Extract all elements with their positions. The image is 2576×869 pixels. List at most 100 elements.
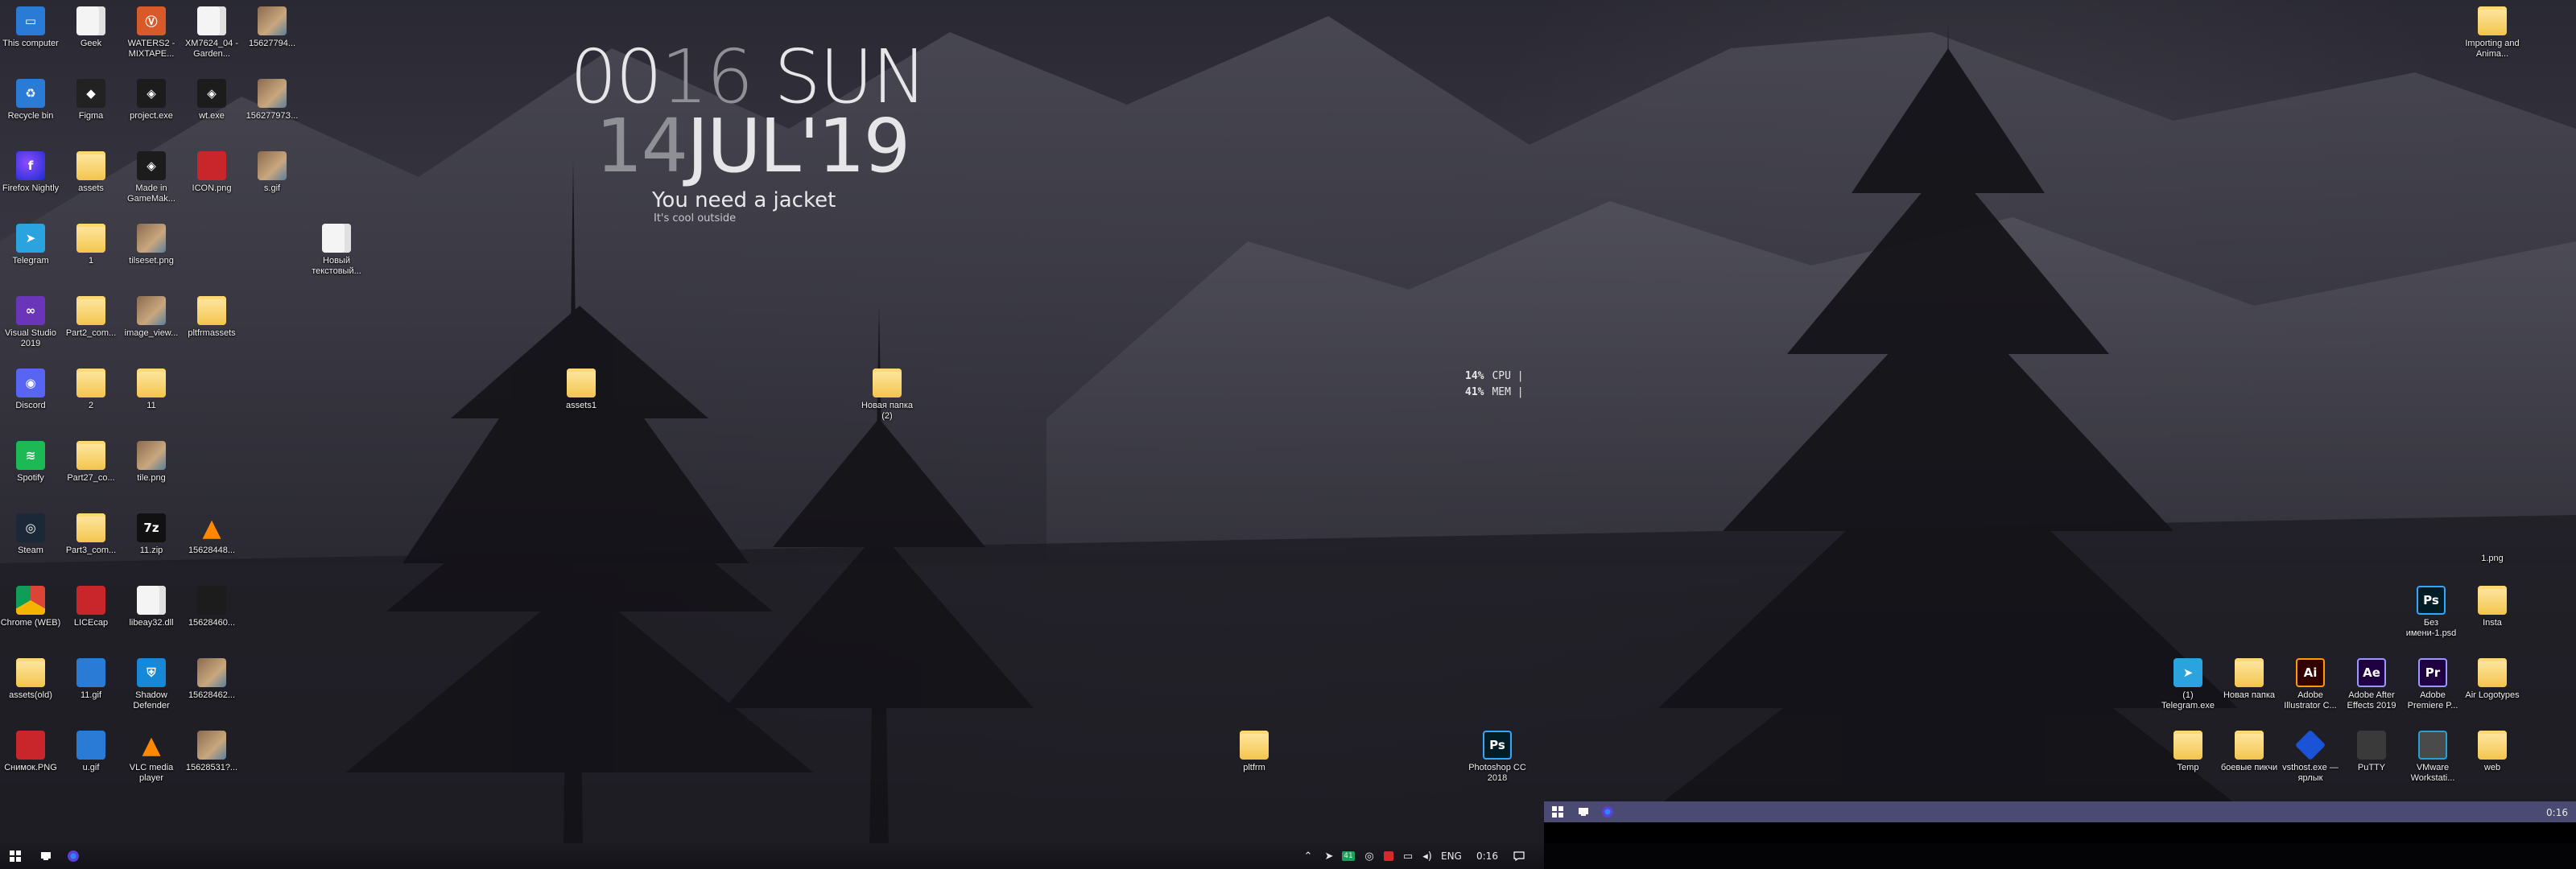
desktop-icon-15628460[interactable]: 15628460... xyxy=(181,579,242,628)
start-button[interactable] xyxy=(6,848,24,864)
desktop-icon-libeay32[interactable]: libeay32.dll xyxy=(121,579,182,628)
desktop-icon-15628448[interactable]: ▲ 15628448... xyxy=(181,507,242,556)
desktop-icon-boevye-pikchi[interactable]: боевые пикчи xyxy=(2219,724,2280,773)
desktop-icon-after-effects[interactable]: Ae Adobe After Effects 2019 xyxy=(2341,652,2402,711)
desktop-icon-11-zip[interactable]: 7z 11.zip xyxy=(121,507,182,556)
desktop-icon-premiere[interactable]: Pr Adobe Premiere P... xyxy=(2402,652,2463,711)
desktop-icon-part2[interactable]: Part2_com... xyxy=(60,290,122,339)
antivirus-tray-icon[interactable] xyxy=(1380,848,1397,864)
desktop-icon-shadow-defender[interactable]: ⛨ Shadow Defender xyxy=(121,652,182,711)
icon-label: Telegram xyxy=(12,256,49,266)
recycle-bin-icon: ♻ xyxy=(16,79,45,108)
icon-label: Shadow Defender xyxy=(133,690,170,710)
desktop-icon-xm7624[interactable]: XM7624_04 -Garden... xyxy=(181,0,242,60)
desktop-icon-putty[interactable]: PuTTY xyxy=(2341,724,2402,773)
firefox-taskbar-icon[interactable] xyxy=(64,848,82,864)
cpu-value: 14% xyxy=(1465,370,1484,382)
task-view-icon[interactable] xyxy=(37,848,55,864)
desktop-icon-chrome[interactable]: Chrome (WEB) xyxy=(0,579,61,628)
desktop-icon-waters2[interactable]: Ⓥ WATERS2 - MIXTAPE... xyxy=(121,0,182,60)
desktop-icon-tilseset[interactable]: tilseset.png xyxy=(121,217,182,266)
chevron-up-icon[interactable]: ⌃ xyxy=(1299,848,1317,864)
desktop-icon-firefox-nightly[interactable]: f Firefox Nightly xyxy=(0,145,61,194)
steam-tray-icon[interactable]: ◎ xyxy=(1360,848,1378,864)
desktop-icon-vlc-media-player[interactable]: ▲ VLC media player xyxy=(121,724,182,784)
desktop-icon-u-gif[interactable]: u.gif xyxy=(60,724,122,773)
desktop-icon-telegram[interactable]: ➤ Telegram xyxy=(0,217,61,266)
desktop-icon-air-logotypes[interactable]: Air Logotypes xyxy=(2462,652,2523,701)
desktop-icon-image-15627794[interactable]: 15627794... xyxy=(242,0,303,49)
notification-center-icon[interactable] xyxy=(1510,848,1528,864)
desktop-icon-1-png[interactable]: 1.png xyxy=(2462,515,2523,564)
desktop-icon-licecap[interactable]: LICEcap xyxy=(60,579,122,628)
icon-label: Insta xyxy=(2483,618,2502,628)
desktop-icon-telegram-exe[interactable]: ➤ (1) Telegram.exe xyxy=(2157,652,2219,711)
clock-day: 14 xyxy=(596,103,688,189)
illustrator-icon: Ai xyxy=(2296,658,2325,687)
volume-icon[interactable]: ◂) xyxy=(1418,848,1436,864)
desktop-icon-project-exe[interactable]: ◈ project.exe xyxy=(121,72,182,121)
desktop-icon-illustrator[interactable]: Ai Adobe Illustrator C... xyxy=(2280,652,2341,711)
desktop-icon-s-gif[interactable]: s.gif xyxy=(242,145,303,194)
desktop-icon-pltfrm[interactable]: pltfrm xyxy=(1224,724,1285,773)
desktop-icon-assets1[interactable]: assets1 xyxy=(551,362,612,411)
desktop-icon-discord[interactable]: ◉ Discord xyxy=(0,362,61,411)
desktop-icon-folder-1[interactable]: 1 xyxy=(60,217,122,266)
telegram-tray-icon[interactable]: ➤ xyxy=(1320,848,1338,864)
desktop-icon-11-gif[interactable]: 11.gif xyxy=(60,652,122,701)
secondary-start-button[interactable] xyxy=(1549,804,1567,820)
desktop-icon-spotify[interactable]: ≋ Spotify xyxy=(0,434,61,484)
desktop-icon-image-view[interactable]: image_view... xyxy=(121,290,182,339)
secondary-clock[interactable]: 0:16 xyxy=(2546,807,2568,818)
desktop-icon-15628462[interactable]: 15628462... xyxy=(181,652,242,701)
image-icon xyxy=(258,151,287,180)
desktop-icon-icon-png[interactable]: ICON.png xyxy=(181,145,242,194)
desktop-icon-new-folder-2[interactable]: Новая папка (2) xyxy=(857,362,918,422)
desktop-icon-importing-and-anima[interactable]: Importing and Anima... xyxy=(2462,0,2523,60)
desktop-icon-visual-studio[interactable]: ∞ Visual Studio 2019 xyxy=(0,290,61,349)
desktop-icon-snimok-png[interactable]: Снимок.PNG xyxy=(0,724,61,773)
vmware-icon xyxy=(2418,731,2447,760)
desktop-icon-steam[interactable]: ◎ Steam xyxy=(0,507,61,556)
desktop-icon-new-folder[interactable]: Новая папка xyxy=(2219,652,2280,701)
cpu-row: 14% CPU | xyxy=(1465,369,1524,385)
language-indicator[interactable]: ENG xyxy=(1441,850,1462,862)
desktop-icon-vmware[interactable]: VMware Workstati... xyxy=(2402,724,2463,784)
desktop-icon-photoshop[interactable]: Ps Photoshop CC 2018 xyxy=(1467,724,1528,784)
icon-label: pltfrmassets xyxy=(188,328,236,338)
mem-value: 41% xyxy=(1465,386,1484,398)
desktop-icon-assets-old[interactable]: assets(old) xyxy=(0,652,61,701)
desktop-icon-part3[interactable]: Part3_com... xyxy=(60,507,122,556)
desktop-icon-vsthost[interactable]: vsthost.exe — ярлык xyxy=(2280,724,2341,784)
desktop-icon-temp[interactable]: Temp xyxy=(2157,724,2219,773)
desktop-icon-new-text-file[interactable]: Новый текстовый... xyxy=(306,217,367,277)
desktop-icon-tile-png[interactable]: tile.png xyxy=(121,434,182,484)
desktop-icon-pltfrmassets[interactable]: pltfrmassets xyxy=(181,290,242,339)
desktop-icon-wt-exe[interactable]: ◈ wt.exe xyxy=(181,72,242,121)
desktop-icon-figma[interactable]: ◆ Figma xyxy=(60,72,122,121)
icon-label: Без имени-1.psd xyxy=(2405,618,2457,638)
icon-label: Adobe Illustrator C... xyxy=(2284,690,2337,710)
desktop-icon-made-in-gamemaker[interactable]: ◈ Made in GameMak... xyxy=(121,145,182,204)
secondary-task-view-icon[interactable] xyxy=(1575,804,1592,820)
tray-badge-icon[interactable]: 41 xyxy=(1340,848,1357,864)
exe-icon: ◈ xyxy=(197,79,226,108)
desktop-icon-folder-2[interactable]: 2 xyxy=(60,362,122,411)
desktop-icon-untitled-psd[interactable]: Ps Без имени-1.psd xyxy=(2401,579,2462,639)
desktop-icon-geek[interactable]: Geek xyxy=(60,0,122,49)
taskbar-clock[interactable]: 0:16 xyxy=(1476,850,1498,862)
visual-studio-icon: ∞ xyxy=(16,296,45,325)
desktop-icon-folder-11[interactable]: 11 xyxy=(121,362,182,411)
desktop-icon-this-computer[interactable]: ▭ This computer xyxy=(0,0,61,49)
desktop-icon-recycle-bin[interactable]: ♻ Recycle bin xyxy=(0,72,61,121)
desktop-icon-assets[interactable]: assets xyxy=(60,145,122,194)
network-tray-icon[interactable]: ▭ xyxy=(1399,848,1417,864)
desktop-icon-15628531[interactable]: 15628531?... xyxy=(181,724,242,773)
desktop-icon-web[interactable]: web xyxy=(2462,724,2523,773)
desktop-icon-part27[interactable]: Part27_co... xyxy=(60,434,122,484)
desktop-icon-image-15627797[interactable]: 15627797З... xyxy=(242,72,303,121)
desktop-icon-insta[interactable]: Insta xyxy=(2462,579,2523,628)
secondary-firefox-icon[interactable] xyxy=(1599,804,1616,820)
folder-icon xyxy=(2235,658,2264,687)
icon-label: 11.zip xyxy=(139,546,163,555)
